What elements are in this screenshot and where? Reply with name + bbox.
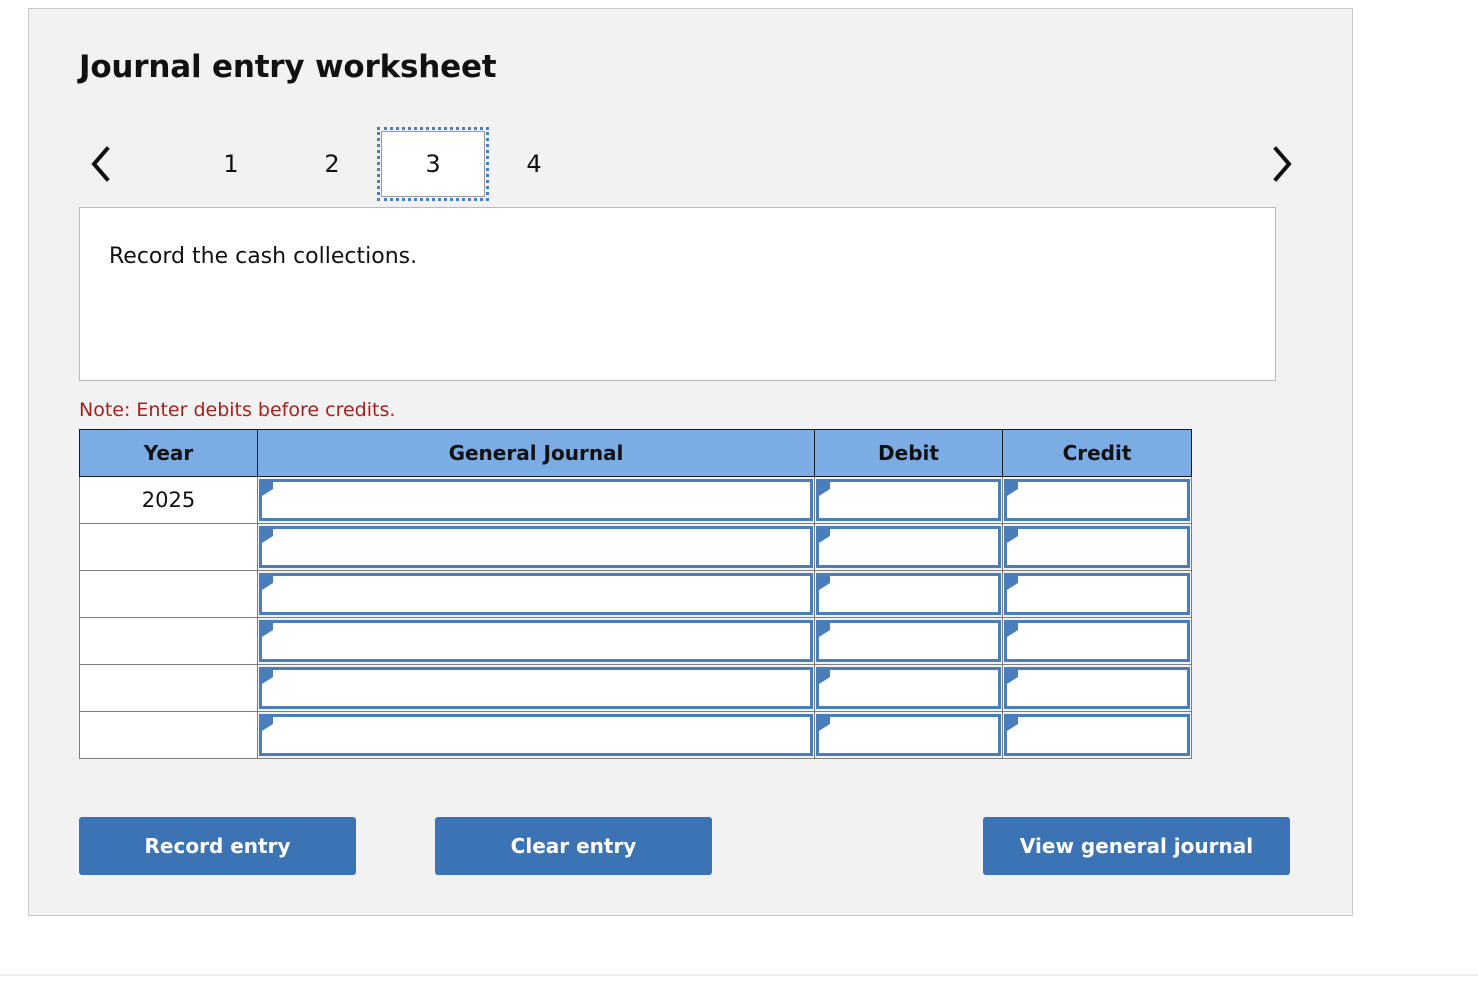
chevron-right-icon	[1269, 144, 1295, 184]
table-row	[80, 571, 1192, 618]
tab-entry-4[interactable]: 4	[482, 131, 586, 197]
tab-label: 2	[324, 150, 339, 178]
debit-cell	[815, 524, 1003, 571]
general-journal-cell	[258, 477, 815, 524]
credit-cell	[1003, 712, 1192, 759]
column-header-general-journal: General Journal	[258, 430, 815, 477]
tab-label: 1	[223, 150, 238, 178]
table-row	[80, 524, 1192, 571]
table-row	[80, 618, 1192, 665]
tab-entry-3[interactable]: 3	[381, 131, 485, 197]
tab-label: 3	[425, 150, 440, 178]
record-entry-button[interactable]: Record entry	[79, 817, 356, 875]
page-root: Journal entry worksheet 1 2 3	[0, 0, 1478, 992]
column-header-credit: Credit	[1003, 430, 1192, 477]
year-cell[interactable]	[80, 524, 258, 571]
general-journal-input[interactable]	[259, 667, 813, 709]
credit-input[interactable]	[1004, 526, 1190, 568]
page-title: Journal entry worksheet	[79, 49, 496, 85]
general-journal-input[interactable]	[259, 620, 813, 662]
chevron-left-icon	[88, 144, 114, 184]
view-general-journal-label: View general journal	[1020, 834, 1253, 858]
next-entry-button[interactable]	[1260, 139, 1304, 189]
general-journal-cell	[258, 571, 815, 618]
general-journal-input[interactable]	[259, 526, 813, 568]
table-header-row: Year General Journal Debit Credit	[80, 430, 1192, 477]
credit-cell	[1003, 571, 1192, 618]
record-entry-label: Record entry	[145, 834, 291, 858]
instruction-box: Record the cash collections.	[79, 207, 1276, 381]
debit-cell	[815, 571, 1003, 618]
credit-cell	[1003, 618, 1192, 665]
debits-before-credits-note: Note: Enter debits before credits.	[79, 399, 395, 421]
debit-cell	[815, 712, 1003, 759]
year-cell[interactable]	[80, 571, 258, 618]
credit-input[interactable]	[1004, 479, 1190, 521]
credit-cell	[1003, 524, 1192, 571]
journal-entry-worksheet-card: Journal entry worksheet 1 2 3	[28, 8, 1353, 916]
instruction-text: Record the cash collections.	[109, 244, 417, 269]
tab-entry-1[interactable]: 1	[179, 131, 283, 197]
debit-input[interactable]	[816, 714, 1001, 756]
debit-input[interactable]	[816, 620, 1001, 662]
general-journal-cell	[258, 665, 815, 712]
credit-input[interactable]	[1004, 714, 1190, 756]
tab-entry-2[interactable]: 2	[280, 131, 384, 197]
table-row	[80, 712, 1192, 759]
general-journal-cell	[258, 524, 815, 571]
year-cell[interactable]	[80, 618, 258, 665]
general-journal-cell	[258, 712, 815, 759]
credit-input[interactable]	[1004, 573, 1190, 615]
general-journal-input[interactable]	[259, 714, 813, 756]
credit-cell	[1003, 665, 1192, 712]
clear-entry-label: Clear entry	[511, 834, 637, 858]
table-row: 2025	[80, 477, 1192, 524]
credit-input[interactable]	[1004, 620, 1190, 662]
general-journal-cell	[258, 618, 815, 665]
year-cell[interactable]	[80, 665, 258, 712]
column-header-year: Year	[80, 430, 258, 477]
tab-label: 4	[526, 150, 541, 178]
debit-input[interactable]	[816, 526, 1001, 568]
bottom-divider	[0, 974, 1478, 976]
debit-cell	[815, 665, 1003, 712]
previous-entry-button[interactable]	[79, 139, 123, 189]
debit-cell	[815, 477, 1003, 524]
debit-input[interactable]	[816, 667, 1001, 709]
credit-cell	[1003, 477, 1192, 524]
view-general-journal-button[interactable]: View general journal	[983, 817, 1290, 875]
column-header-debit: Debit	[815, 430, 1003, 477]
debit-cell	[815, 618, 1003, 665]
year-cell[interactable]: 2025	[80, 477, 258, 524]
year-cell[interactable]	[80, 712, 258, 759]
clear-entry-button[interactable]: Clear entry	[435, 817, 712, 875]
general-journal-input[interactable]	[259, 573, 813, 615]
debit-input[interactable]	[816, 479, 1001, 521]
worksheet-tab-strip: 1 2 3 4	[79, 121, 1304, 207]
general-journal-input[interactable]	[259, 479, 813, 521]
table-row	[80, 665, 1192, 712]
credit-input[interactable]	[1004, 667, 1190, 709]
debit-input[interactable]	[816, 573, 1001, 615]
journal-entry-table: Year General Journal Debit Credit 2025	[79, 429, 1192, 759]
